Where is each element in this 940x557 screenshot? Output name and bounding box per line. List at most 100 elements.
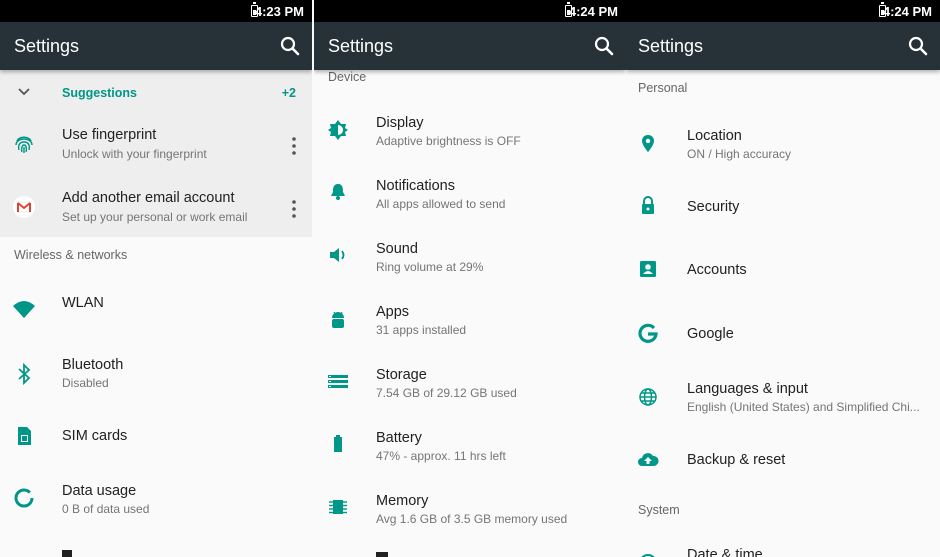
gmail-icon xyxy=(13,196,35,218)
account-icon xyxy=(640,261,656,277)
item-title: SIM cards xyxy=(62,428,128,444)
item-title: Google xyxy=(687,326,734,342)
item-title: Memory xyxy=(376,493,429,509)
item-title: Battery xyxy=(376,430,422,446)
item-subtitle: Ring volume at 29% xyxy=(376,260,484,274)
settings-item-location[interactable]: Location ON / High accuracy xyxy=(626,114,940,176)
page-title: Settings xyxy=(14,36,80,56)
fingerprint-icon xyxy=(15,136,33,153)
memory-icon xyxy=(329,500,347,514)
item-title: Sound xyxy=(376,241,418,257)
settings-item-sim-cards[interactable]: SIM cards xyxy=(0,416,312,476)
settings-panel-1: 4:23 PM Settings Suggestions +2 Use fing… xyxy=(0,0,312,557)
search-icon[interactable] xyxy=(906,34,930,58)
settings-panel-2: 4:24 PM Settings Device Display Adaptive… xyxy=(314,0,626,557)
settings-item-display[interactable]: Display Adaptive brightness is OFF xyxy=(314,100,626,160)
suggestions-count: +2 xyxy=(281,86,296,100)
status-bar: 4:24 PM xyxy=(626,0,940,22)
item-title: Security xyxy=(687,199,740,215)
more-vert-icon[interactable] xyxy=(286,134,302,158)
item-title: Data usage xyxy=(62,483,137,499)
settings-item-date-time[interactable]: Date & time xyxy=(626,542,940,557)
item-title: Notifications xyxy=(376,178,455,194)
bluetooth-icon xyxy=(18,362,31,386)
item-subtitle: Disabled xyxy=(62,376,109,390)
location-icon xyxy=(642,135,654,152)
status-time: 4:23 PM xyxy=(254,4,304,19)
item-subtitle: Adaptive brightness is OFF xyxy=(376,134,521,148)
suggestion-subtitle: Unlock with your fingerprint xyxy=(62,147,207,161)
settings-item-data-usage[interactable]: Data usage 0 B of data used xyxy=(0,470,312,530)
more-vert-icon[interactable] xyxy=(286,197,302,221)
android-icon xyxy=(332,311,344,328)
page-title: Settings xyxy=(638,36,704,56)
app-toolbar: Settings xyxy=(626,22,940,70)
brightness-icon xyxy=(328,120,348,140)
search-icon[interactable] xyxy=(592,34,616,58)
search-icon[interactable] xyxy=(278,34,302,58)
item-title: WLAN xyxy=(62,295,104,311)
suggestions-header[interactable]: Suggestions +2 xyxy=(0,78,312,108)
suggestion-title: Add another email account xyxy=(62,190,235,206)
google-icon xyxy=(638,323,658,343)
item-title: Apps xyxy=(376,304,410,320)
chevron-down-icon xyxy=(18,88,30,96)
suggestion-subtitle: Set up your personal or work email xyxy=(62,210,248,224)
cloud-upload-icon xyxy=(638,453,659,466)
item-subtitle: 31 apps installed xyxy=(376,323,467,337)
item-subtitle: ON / High accuracy xyxy=(687,147,792,161)
app-toolbar: Settings xyxy=(0,22,312,70)
settings-item-storage[interactable]: Storage 7.54 GB of 29.12 GB used xyxy=(314,351,626,411)
status-time: 4:24 PM xyxy=(882,4,932,19)
settings-item-wlan[interactable]: WLAN xyxy=(0,278,312,338)
item-subtitle: All apps allowed to send xyxy=(376,197,506,211)
status-bar: 4:24 PM xyxy=(314,0,626,22)
app-toolbar: Settings xyxy=(314,22,626,70)
settings-item-bluetooth[interactable]: Bluetooth Disabled xyxy=(0,346,312,406)
item-subtitle: 0 B of data used xyxy=(62,502,150,516)
settings-item-accounts[interactable]: Accounts xyxy=(626,246,940,302)
page-title: Settings xyxy=(328,36,394,56)
settings-item-memory[interactable]: Memory Avg 1.6 GB of 3.5 GB memory used xyxy=(314,477,626,537)
wifi-icon xyxy=(13,301,35,318)
status-time: 4:24 PM xyxy=(568,4,618,19)
item-subtitle: English (United States) and Simplified C… xyxy=(687,400,920,414)
bell-icon xyxy=(331,184,345,200)
item-subtitle: 47% - approx. 11 hrs left xyxy=(376,449,506,463)
settings-item-apps[interactable]: Apps 31 apps installed xyxy=(314,289,626,349)
section-header: Personal xyxy=(638,81,688,95)
section-header: Wireless & networks xyxy=(14,248,128,262)
lock-icon xyxy=(642,196,654,214)
suggestion-item[interactable]: Add another email account Set up your pe… xyxy=(0,181,312,237)
item-title: Storage xyxy=(376,367,427,383)
sim-card-icon xyxy=(18,427,31,445)
storage-icon xyxy=(328,375,348,388)
suggestions-card: Suggestions +2 Use fingerprint Unlock wi… xyxy=(0,70,312,237)
battery-icon xyxy=(334,435,342,452)
status-bar: 4:23 PM xyxy=(0,0,312,22)
item-subtitle: Avg 1.6 GB of 3.5 GB memory used xyxy=(376,512,568,526)
settings-item-security[interactable]: Security xyxy=(626,183,940,239)
suggestion-item[interactable]: Use fingerprint Unlock with your fingerp… xyxy=(0,118,312,174)
item-title: Display xyxy=(376,115,424,131)
item-title: Accounts xyxy=(687,262,747,278)
suggestions-label: Suggestions xyxy=(62,86,138,100)
partial-row-title xyxy=(376,552,388,557)
settings-panel-3: 4:24 PM Settings Personal Location ON / … xyxy=(626,0,940,557)
clock-icon xyxy=(641,554,655,557)
settings-item-battery[interactable]: Battery 47% - approx. 11 hrs left xyxy=(314,414,626,474)
item-title: Backup & reset xyxy=(687,452,786,468)
item-title: Bluetooth xyxy=(62,357,124,373)
partial-row-title xyxy=(62,550,72,557)
data-usage-icon xyxy=(14,488,34,508)
globe-icon xyxy=(639,388,657,406)
section-header: System xyxy=(638,503,680,517)
settings-item-notifications[interactable]: Notifications All apps allowed to send xyxy=(314,163,626,223)
item-title: Languages & input xyxy=(687,381,808,397)
volume-icon xyxy=(330,248,345,262)
settings-item-sound[interactable]: Sound Ring volume at 29% xyxy=(314,226,626,286)
settings-item-languages-input[interactable]: Languages & input English (United States… xyxy=(626,367,940,429)
settings-item-google[interactable]: Google xyxy=(626,309,940,365)
settings-item-backup-reset[interactable]: Backup & reset xyxy=(626,435,940,491)
section-header: Device xyxy=(328,70,367,84)
